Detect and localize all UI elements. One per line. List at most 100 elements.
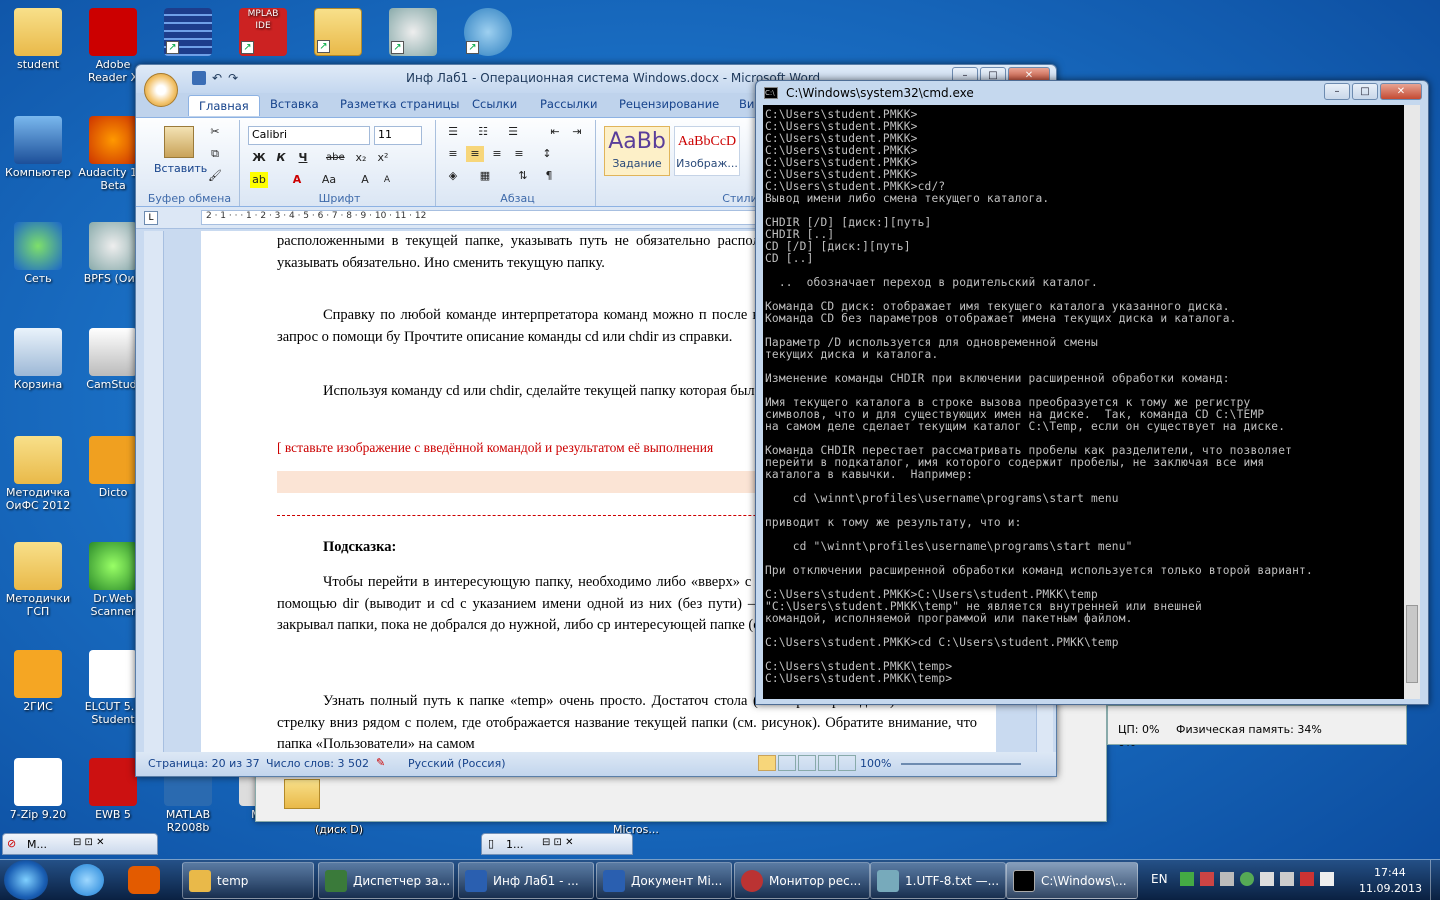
taskbar-item-resource-monitor[interactable]: Монитор рес...	[734, 862, 870, 899]
desktop-icon-network[interactable]: Сеть	[0, 222, 76, 285]
spellcheck-icon[interactable]: ✎	[376, 756, 385, 769]
tray-icon[interactable]	[1200, 872, 1214, 886]
desktop-icon-folder[interactable]: Методичка ОиФС 2012	[0, 436, 76, 512]
desktop-icon-computer[interactable]: Компьютер	[0, 116, 76, 179]
cut-icon[interactable]: ✂	[206, 124, 224, 140]
tab-insert[interactable]: Вставка	[270, 97, 319, 111]
shrink-font-button[interactable]: A	[378, 172, 396, 188]
cmd-close-button[interactable]: ✕	[1380, 83, 1422, 100]
superscript-button[interactable]: x²	[374, 150, 392, 166]
thumb-controls[interactable]: ⊟ ⊡ ✕	[542, 837, 574, 848]
reading-view-icon[interactable]	[778, 755, 796, 771]
numbering-icon[interactable]: ☷	[474, 124, 492, 140]
bold-button[interactable]: Ж	[250, 150, 268, 166]
change-case-button[interactable]: Aa	[320, 172, 338, 188]
paste-button[interactable]: Вставить	[154, 162, 207, 175]
increase-indent-icon[interactable]: ⇥	[568, 124, 586, 140]
sort-icon[interactable]: ⇅	[514, 168, 532, 184]
tab-page-layout[interactable]: Разметка страницы	[340, 97, 459, 111]
minimized-window-2[interactable]: ▯ 1... ⊟ ⊡ ✕	[481, 833, 633, 855]
highlight-button[interactable]: ab	[250, 172, 268, 188]
italic-button[interactable]: К	[272, 150, 290, 166]
tab-selector[interactable]: L	[144, 211, 158, 225]
tray-icon[interactable]	[1180, 872, 1194, 886]
tab-home[interactable]: Главная	[188, 95, 260, 116]
copy-icon[interactable]: ⧉	[206, 146, 224, 162]
tab-mailings[interactable]: Рассылки	[540, 97, 597, 111]
desktop-icon-user[interactable]: student	[0, 8, 76, 71]
web-view-icon[interactable]	[798, 755, 816, 771]
style-zadanie[interactable]: AaBb Задание	[604, 126, 670, 176]
underline-button[interactable]: Ч	[294, 150, 312, 166]
outline-view-icon[interactable]	[818, 755, 836, 771]
align-center-icon[interactable]: ≡	[466, 146, 484, 162]
show-marks-icon[interactable]: ¶	[540, 168, 558, 184]
taskbar-item-temp[interactable]: temp	[182, 862, 314, 899]
taskbar-item-document[interactable]: Документ Mi...	[596, 862, 732, 899]
desktop-icon-k[interactable]: ↗	[450, 8, 526, 58]
borders-icon[interactable]: ▦	[476, 168, 494, 184]
line-spacing-icon[interactable]: ↕	[538, 146, 556, 162]
minimized-window-1[interactable]: ⊘ М... ⊟ ⊡ ✕	[2, 833, 158, 855]
redo-icon[interactable]: ↷	[228, 71, 238, 85]
tray-icon[interactable]	[1300, 872, 1314, 886]
media-player-icon[interactable]	[128, 866, 160, 894]
network-icon[interactable]	[1280, 872, 1294, 886]
language-status[interactable]: Русский (Россия)	[408, 757, 506, 770]
cmd-minimize-button[interactable]: –	[1324, 83, 1350, 100]
office-button[interactable]	[144, 73, 178, 107]
undo-icon[interactable]: ↶	[212, 71, 222, 85]
taskbar-item-task-manager[interactable]: Диспетчер за...	[318, 862, 454, 899]
tab-review[interactable]: Рецензирование	[619, 97, 719, 111]
zoom-level[interactable]: 100%	[860, 757, 891, 770]
cmd-window[interactable]: C:\ C:\Windows\system32\cmd.exe – □ ✕ C:…	[755, 80, 1429, 705]
strikethrough-button[interactable]: abe	[326, 150, 345, 166]
cmd-scrollbar[interactable]	[1404, 105, 1420, 699]
font-name-select[interactable]: Calibri	[248, 126, 370, 145]
desktop-icon-rack[interactable]: ↗	[150, 8, 226, 58]
tray-icon[interactable]	[1220, 872, 1234, 886]
desktop-icon-mplab[interactable]: MPLAB IDE ↗	[225, 8, 301, 58]
console-output[interactable]: C:\Users\student.PMKK> C:\Users\student.…	[763, 105, 1408, 699]
taskbar-item-text-file[interactable]: 1.UTF-8.txt —...	[870, 862, 1006, 899]
decrease-indent-icon[interactable]: ⇤	[546, 124, 564, 140]
clock-date[interactable]: 11.09.2013	[1359, 882, 1422, 895]
multilevel-icon[interactable]: ☰	[504, 124, 522, 140]
format-painter-icon[interactable]: 🖌	[206, 168, 224, 184]
desktop-icon-folder[interactable]: Методички ГСП	[0, 542, 76, 618]
cmd-maximize-button[interactable]: □	[1352, 83, 1378, 100]
grow-font-button[interactable]: A	[356, 172, 374, 188]
bullets-icon[interactable]: ☰	[444, 124, 462, 140]
thumb-controls[interactable]: ⊟ ⊡ ✕	[73, 837, 105, 848]
ie-icon[interactable]	[70, 864, 104, 896]
draft-view-icon[interactable]	[838, 755, 856, 771]
desktop-icon-2gis[interactable]: 2ГИС	[0, 650, 76, 713]
shading-icon[interactable]: ◈	[444, 168, 462, 184]
taskbar-item-word-lab[interactable]: Инф Лаб1 - ...	[458, 862, 594, 899]
save-icon[interactable]	[192, 71, 206, 85]
font-size-select[interactable]: 11	[374, 126, 422, 145]
tab-references[interactable]: Ссылки	[472, 97, 517, 111]
justify-icon[interactable]: ≡	[510, 146, 528, 162]
font-color-button[interactable]: A	[288, 172, 306, 188]
desktop-icon-folder-top[interactable]: ↗	[300, 8, 376, 58]
word-count[interactable]: Число слов: 3 502	[266, 757, 369, 770]
desktop-icon-settings[interactable]: ↗	[375, 8, 451, 58]
taskbar-item-cmd[interactable]: C:\Windows\...	[1006, 862, 1138, 899]
start-button[interactable]	[4, 860, 48, 900]
style-image[interactable]: AaBbCcD Изображ...	[674, 126, 740, 176]
desktop-icon-7z[interactable]: 7-Zip 9.20	[0, 758, 76, 821]
cmd-scroll-thumb[interactable]	[1406, 605, 1418, 683]
language-indicator[interactable]: EN	[1151, 872, 1168, 886]
align-left-icon[interactable]: ≡	[444, 146, 462, 162]
page-count[interactable]: Страница: 20 из 37	[148, 757, 260, 770]
clock-time[interactable]: 17:44	[1374, 866, 1406, 879]
show-desktop-button[interactable]	[1430, 860, 1440, 900]
subscript-button[interactable]: x₂	[352, 150, 370, 166]
print-layout-icon[interactable]	[758, 755, 776, 771]
tray-icon[interactable]	[1260, 872, 1274, 886]
zoom-slider[interactable]	[901, 763, 1021, 765]
desktop-icon-trash[interactable]: Корзина	[0, 328, 76, 391]
align-right-icon[interactable]: ≡	[488, 146, 506, 162]
tray-icon[interactable]	[1240, 872, 1254, 886]
